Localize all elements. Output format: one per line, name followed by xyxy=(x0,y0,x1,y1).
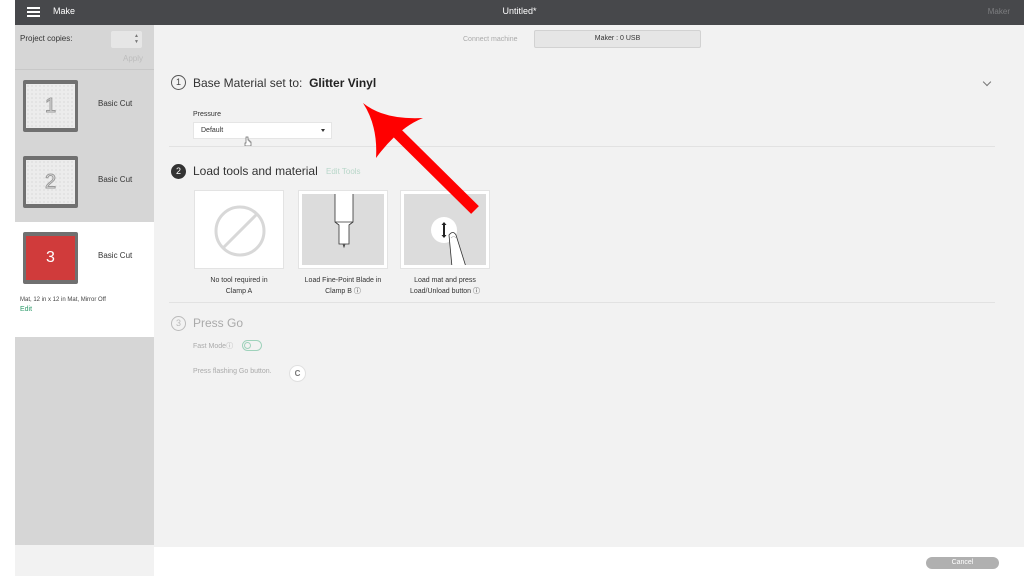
mat-label: Basic Cut xyxy=(98,251,133,260)
tool-caption-load-mat: Load mat and press Load/Unload button ⓘ xyxy=(409,277,481,295)
stepper-arrows-icon[interactable]: ▲ ▼ xyxy=(134,33,139,45)
mat-item[interactable]: 1 Basic Cut xyxy=(15,70,154,146)
connect-machine-button[interactable]: Maker : 0 USB xyxy=(534,30,701,48)
footer: Cancel xyxy=(154,547,1024,576)
tool-card-clamp-b xyxy=(298,190,388,269)
mat-label: Basic Cut xyxy=(98,175,133,184)
project-copies-panel: Project copies: ▲ ▼ Apply xyxy=(15,25,154,70)
project-copies-stepper[interactable]: ▲ ▼ xyxy=(111,31,142,48)
caret-down-icon xyxy=(321,129,325,132)
step-1-number: 1 xyxy=(171,75,186,90)
mat-label: Basic Cut xyxy=(98,99,133,108)
step-2-title: Load tools and material xyxy=(193,164,318,178)
mat-item[interactable]: 2 Basic Cut xyxy=(15,146,154,222)
tool-caption-clamp-b: Load Fine-Point Blade in Clamp B ⓘ xyxy=(304,277,382,295)
machine-name: Maker xyxy=(987,7,1010,16)
top-bar: Make Untitled* Maker xyxy=(15,0,1024,25)
go-button-icon: C xyxy=(289,365,306,382)
step-2-number: 2 xyxy=(171,164,186,179)
chevron-down-icon[interactable] xyxy=(982,77,992,87)
divider xyxy=(169,146,995,147)
sidebar: Project copies: ▲ ▼ Apply 1 Basic Cut 2 B… xyxy=(15,25,154,576)
connect-machine-label: Connect machine xyxy=(463,36,518,43)
step-3-number: 3 xyxy=(171,316,186,331)
edit-tools-link[interactable]: Edit Tools xyxy=(326,167,361,176)
no-tool-icon xyxy=(214,205,266,257)
mat-thumbnail: 1 xyxy=(23,80,78,132)
mat-thumbnail: 2 xyxy=(23,156,78,208)
pressure-select[interactable]: Default xyxy=(193,122,332,139)
step-3-title: Press Go xyxy=(193,316,244,330)
step-1-title: Base Material set to: Glitter Vinyl xyxy=(193,76,377,90)
cancel-button[interactable]: Cancel xyxy=(926,557,999,569)
fast-mode-toggle[interactable] xyxy=(242,340,262,351)
pressure-label: Pressure xyxy=(193,111,222,118)
fast-mode-label: Fast Modeⓘ xyxy=(193,343,234,350)
main-panel: Connect machine Maker : 0 USB 1 Base Mat… xyxy=(154,25,1024,547)
mat-info: Mat, 12 in x 12 in Mat, Mirror Off xyxy=(20,297,106,303)
fine-point-blade-icon xyxy=(334,194,354,249)
load-unload-button-icon xyxy=(431,217,466,265)
divider xyxy=(169,302,995,303)
project-copies-label: Project copies: xyxy=(20,34,73,43)
base-material-name: Glitter Vinyl xyxy=(309,76,377,90)
project-title: Untitled* xyxy=(502,6,537,16)
mat-thumbnail: 3 xyxy=(23,232,78,284)
sidebar-empty-area xyxy=(15,337,154,545)
tool-card-clamp-a xyxy=(194,190,284,269)
apply-button[interactable]: Apply xyxy=(123,54,143,63)
mat-item-active[interactable]: 3 Basic Cut Mat, 12 in x 12 in Mat, Mirr… xyxy=(15,222,154,337)
tool-card-load-mat xyxy=(400,190,490,269)
go-instruction: Press flashing Go button. xyxy=(193,368,272,375)
mat-edit-link[interactable]: Edit xyxy=(20,306,32,313)
tool-caption-clamp-a: No tool required in Clamp A xyxy=(210,277,268,295)
